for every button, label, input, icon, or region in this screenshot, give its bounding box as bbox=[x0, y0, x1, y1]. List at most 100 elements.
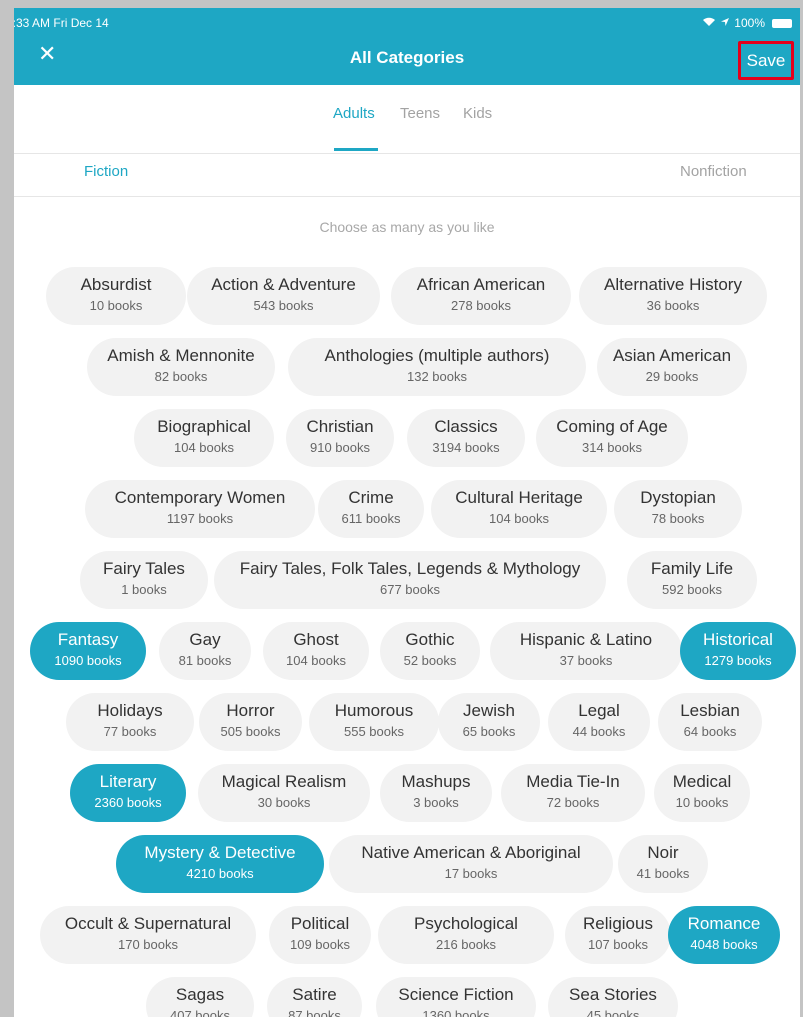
category-chip[interactable]: Media Tie-In 72 books bbox=[501, 764, 645, 822]
category-name: Family Life bbox=[650, 559, 734, 578]
category-count: 10 books bbox=[89, 298, 143, 313]
category-name: Horror bbox=[226, 701, 275, 720]
category-count: 677 books bbox=[380, 582, 440, 597]
category-chip[interactable]: Holidays 77 books bbox=[66, 693, 194, 751]
category-chip[interactable]: Sea Stories 45 books bbox=[548, 977, 678, 1017]
category-name: Romance bbox=[687, 914, 761, 933]
category-chip[interactable]: Native American & Aboriginal 17 books bbox=[329, 835, 613, 893]
category-chip[interactable]: Absurdist 10 books bbox=[46, 267, 186, 325]
category-count: 1360 books bbox=[422, 1008, 490, 1017]
category-chip[interactable]: Noir 41 books bbox=[618, 835, 708, 893]
category-count: 1 books bbox=[121, 582, 167, 597]
selection-hint: Choose as many as you like bbox=[319, 219, 495, 235]
category-chip[interactable]: African American 278 books bbox=[391, 267, 571, 325]
category-name: Biographical bbox=[157, 417, 251, 436]
category-chip[interactable]: Crime 611 books bbox=[318, 480, 424, 538]
category-chip[interactable]: Fantasy 1090 books bbox=[30, 622, 146, 680]
category-count: 44 books bbox=[572, 724, 626, 739]
category-chip[interactable]: Mashups 3 books bbox=[380, 764, 492, 822]
category-name: Psychological bbox=[414, 914, 518, 933]
category-chip[interactable]: Alternative History 36 books bbox=[579, 267, 767, 325]
category-chip[interactable]: Romance 4048 books bbox=[668, 906, 780, 964]
category-chip[interactable]: Psychological 216 books bbox=[378, 906, 554, 964]
category-chip[interactable]: Humorous 555 books bbox=[309, 693, 439, 751]
category-count: 29 books bbox=[645, 369, 699, 384]
category-chip[interactable]: Historical 1279 books bbox=[680, 622, 796, 680]
tab-adults[interactable]: Adults bbox=[333, 105, 375, 122]
category-count: 4048 books bbox=[690, 937, 758, 952]
category-chip[interactable]: Medical 10 books bbox=[654, 764, 750, 822]
category-chip[interactable]: Sagas 407 books bbox=[146, 977, 254, 1017]
category-name: Legal bbox=[578, 701, 620, 720]
tab-teens[interactable]: Teens bbox=[400, 105, 440, 122]
category-count: 45 books bbox=[586, 1008, 640, 1017]
category-chip[interactable]: Fairy Tales 1 books bbox=[80, 551, 208, 609]
category-chip[interactable]: Classics 3194 books bbox=[407, 409, 525, 467]
category-count: 77 books bbox=[103, 724, 157, 739]
category-chip[interactable]: Christian 910 books bbox=[286, 409, 394, 467]
category-chip[interactable]: Religious 107 books bbox=[565, 906, 671, 964]
category-count: 64 books bbox=[683, 724, 737, 739]
category-chip[interactable]: Gay 81 books bbox=[159, 622, 251, 680]
category-chip[interactable]: Magical Realism 30 books bbox=[198, 764, 370, 822]
battery-icon bbox=[772, 18, 792, 28]
category-name: Ghost bbox=[293, 630, 339, 649]
category-count: 72 books bbox=[546, 795, 600, 810]
wifi-icon bbox=[702, 16, 716, 30]
category-chip[interactable]: Literary 2360 books bbox=[70, 764, 186, 822]
category-name: Literary bbox=[99, 772, 157, 791]
category-name: Native American & Aboriginal bbox=[361, 843, 581, 862]
category-chip[interactable]: Asian American 29 books bbox=[597, 338, 747, 396]
category-count: 216 books bbox=[436, 937, 496, 952]
category-chip[interactable]: Jewish 65 books bbox=[438, 693, 540, 751]
status-indicators: 100% bbox=[702, 16, 792, 30]
save-button[interactable]: Save bbox=[738, 41, 794, 80]
category-name: Sagas bbox=[175, 985, 225, 1004]
category-chip[interactable]: Occult & Supernatural 170 books bbox=[40, 906, 256, 964]
category-count: 278 books bbox=[451, 298, 511, 313]
category-count: 132 books bbox=[407, 369, 467, 384]
category-chip[interactable]: Action & Adventure 543 books bbox=[187, 267, 380, 325]
category-chip[interactable]: Family Life 592 books bbox=[627, 551, 757, 609]
category-chip[interactable]: Anthologies (multiple authors) 132 books bbox=[288, 338, 586, 396]
category-name: Asian American bbox=[612, 346, 732, 365]
category-chip[interactable]: Amish & Mennonite 82 books bbox=[87, 338, 275, 396]
category-chip[interactable]: Dystopian 78 books bbox=[614, 480, 742, 538]
category-count: 65 books bbox=[462, 724, 516, 739]
category-name: Cultural Heritage bbox=[455, 488, 583, 507]
category-name: Noir bbox=[647, 843, 679, 862]
category-count: 104 books bbox=[174, 440, 234, 455]
category-count: 1279 books bbox=[704, 653, 772, 668]
category-count: 910 books bbox=[310, 440, 370, 455]
category-count: 107 books bbox=[588, 937, 648, 952]
category-count: 81 books bbox=[178, 653, 232, 668]
category-chip[interactable]: Lesbian 64 books bbox=[658, 693, 762, 751]
category-chip[interactable]: Coming of Age 314 books bbox=[536, 409, 688, 467]
category-count: 4210 books bbox=[186, 866, 254, 881]
category-count: 36 books bbox=[646, 298, 700, 313]
category-chip[interactable]: Cultural Heritage 104 books bbox=[431, 480, 607, 538]
category-count: 3 books bbox=[413, 795, 459, 810]
category-chip[interactable]: Gothic 52 books bbox=[380, 622, 480, 680]
category-chip[interactable]: Biographical 104 books bbox=[134, 409, 274, 467]
category-chip[interactable]: Legal 44 books bbox=[548, 693, 650, 751]
category-chip[interactable]: Horror 505 books bbox=[199, 693, 302, 751]
category-count: 555 books bbox=[344, 724, 404, 739]
tab-kids[interactable]: Kids bbox=[463, 105, 492, 122]
category-chip[interactable]: Satire 87 books bbox=[267, 977, 362, 1017]
category-name: Crime bbox=[348, 488, 394, 507]
category-count: 505 books bbox=[220, 724, 281, 739]
category-chip[interactable]: Ghost 104 books bbox=[263, 622, 369, 680]
category-chip[interactable]: Hispanic & Latino 37 books bbox=[490, 622, 682, 680]
segment-nonfiction[interactable]: Nonfiction bbox=[680, 163, 747, 180]
segment-fiction[interactable]: Fiction bbox=[84, 163, 128, 180]
location-icon bbox=[720, 16, 730, 30]
category-chip[interactable]: Science Fiction 1360 books bbox=[376, 977, 536, 1017]
category-chip[interactable]: Political 109 books bbox=[269, 906, 371, 964]
category-count: 87 books bbox=[288, 1008, 341, 1017]
category-name: Anthologies (multiple authors) bbox=[324, 346, 550, 365]
category-chip[interactable]: Contemporary Women 1197 books bbox=[85, 480, 315, 538]
category-chip[interactable]: Mystery & Detective 4210 books bbox=[116, 835, 324, 893]
category-chip[interactable]: Fairy Tales, Folk Tales, Legends & Mytho… bbox=[214, 551, 606, 609]
category-count: 10 books bbox=[675, 795, 729, 810]
